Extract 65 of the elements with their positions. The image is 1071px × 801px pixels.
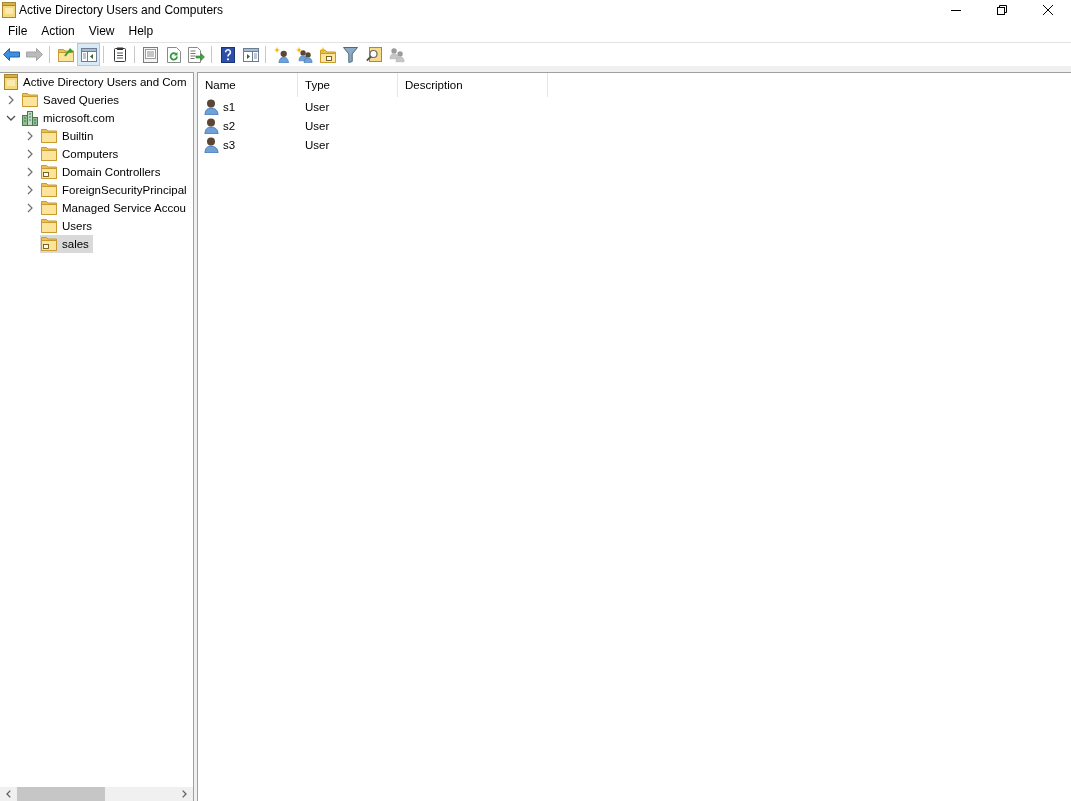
- minimize-icon: [951, 9, 961, 11]
- magnifier-icon: [365, 47, 382, 62]
- restore-icon: [997, 5, 1007, 15]
- folder-icon: [41, 219, 57, 233]
- tree-item[interactable]: Computers: [40, 145, 123, 163]
- folder-document-icon: [41, 237, 57, 251]
- pane-window-icon: [242, 47, 259, 62]
- pane-window-icon: [80, 47, 97, 62]
- folder-arrow-icon: [57, 47, 74, 62]
- tree-item[interactable]: microsoft.com: [21, 109, 119, 127]
- user-icon: [204, 98, 219, 115]
- tree-item[interactable]: sales: [40, 235, 93, 253]
- filter-icon: [343, 46, 358, 63]
- tree-item[interactable]: Managed Service Accou: [40, 199, 191, 217]
- framed-page-icon: [143, 46, 158, 63]
- object-type: User: [304, 119, 331, 132]
- chevron-right-icon[interactable]: [27, 167, 33, 177]
- user-icon: [204, 117, 219, 134]
- chevron-right-icon[interactable]: [8, 95, 14, 105]
- folder-icon: [41, 183, 57, 197]
- object-name[interactable]: s2: [221, 118, 238, 133]
- close-icon: [1043, 5, 1053, 15]
- menu-item[interactable]: File: [1, 21, 35, 41]
- chevron-right-icon[interactable]: [27, 203, 33, 213]
- object-type: User: [304, 138, 331, 151]
- user-icon: [204, 136, 219, 153]
- folder-icon: [41, 147, 57, 161]
- folder-icon: [41, 201, 57, 215]
- scroll-right-icon[interactable]: [182, 790, 187, 798]
- menu-item[interactable]: View: [81, 21, 122, 41]
- object-name[interactable]: s3: [221, 137, 238, 152]
- folder-icon: [22, 93, 38, 107]
- window-title: Active Directory Users and Computers: [19, 3, 225, 17]
- user-sparkle-icon: [273, 46, 290, 63]
- buildings-icon: [22, 110, 38, 126]
- object-name[interactable]: s1: [221, 99, 238, 114]
- clipboard-icon: [113, 47, 126, 62]
- right-arrow-icon: [26, 48, 43, 61]
- page-arrow-icon: [188, 46, 205, 63]
- tree-item[interactable]: Domain Controllers: [40, 163, 165, 181]
- refresh-icon: [166, 46, 181, 63]
- app-icon: [2, 2, 16, 18]
- folder-sparkle-icon: [319, 46, 336, 63]
- menu-item[interactable]: Help: [121, 21, 161, 41]
- chevron-right-icon[interactable]: [27, 131, 33, 141]
- object-type: User: [304, 100, 331, 113]
- tree-item[interactable]: ForeignSecurityPrincipal: [40, 181, 191, 199]
- help-icon: [220, 46, 235, 63]
- chevron-right-icon[interactable]: [27, 149, 33, 159]
- chevron-right-icon[interactable]: [27, 185, 33, 195]
- folder-document-icon: [41, 165, 57, 179]
- folder-icon: [41, 129, 57, 143]
- tree-item[interactable]: Builtin: [40, 127, 98, 145]
- tree-item[interactable]: Active Directory Users and Com: [3, 73, 191, 91]
- left-arrow-icon: [3, 48, 20, 61]
- tree-item[interactable]: Saved Queries: [21, 91, 124, 109]
- users-sparkle-icon: [296, 46, 313, 63]
- menu-item[interactable]: Action: [34, 21, 82, 41]
- book-icon: [4, 74, 18, 90]
- console-tree-button[interactable]: [77, 43, 100, 66]
- users-icon: [388, 46, 405, 63]
- scrollbar-thumb[interactable]: [17, 787, 105, 801]
- tree-item[interactable]: Users: [40, 217, 97, 235]
- chevron-down-icon[interactable]: [6, 115, 16, 121]
- scroll-left-icon[interactable]: [6, 790, 11, 798]
